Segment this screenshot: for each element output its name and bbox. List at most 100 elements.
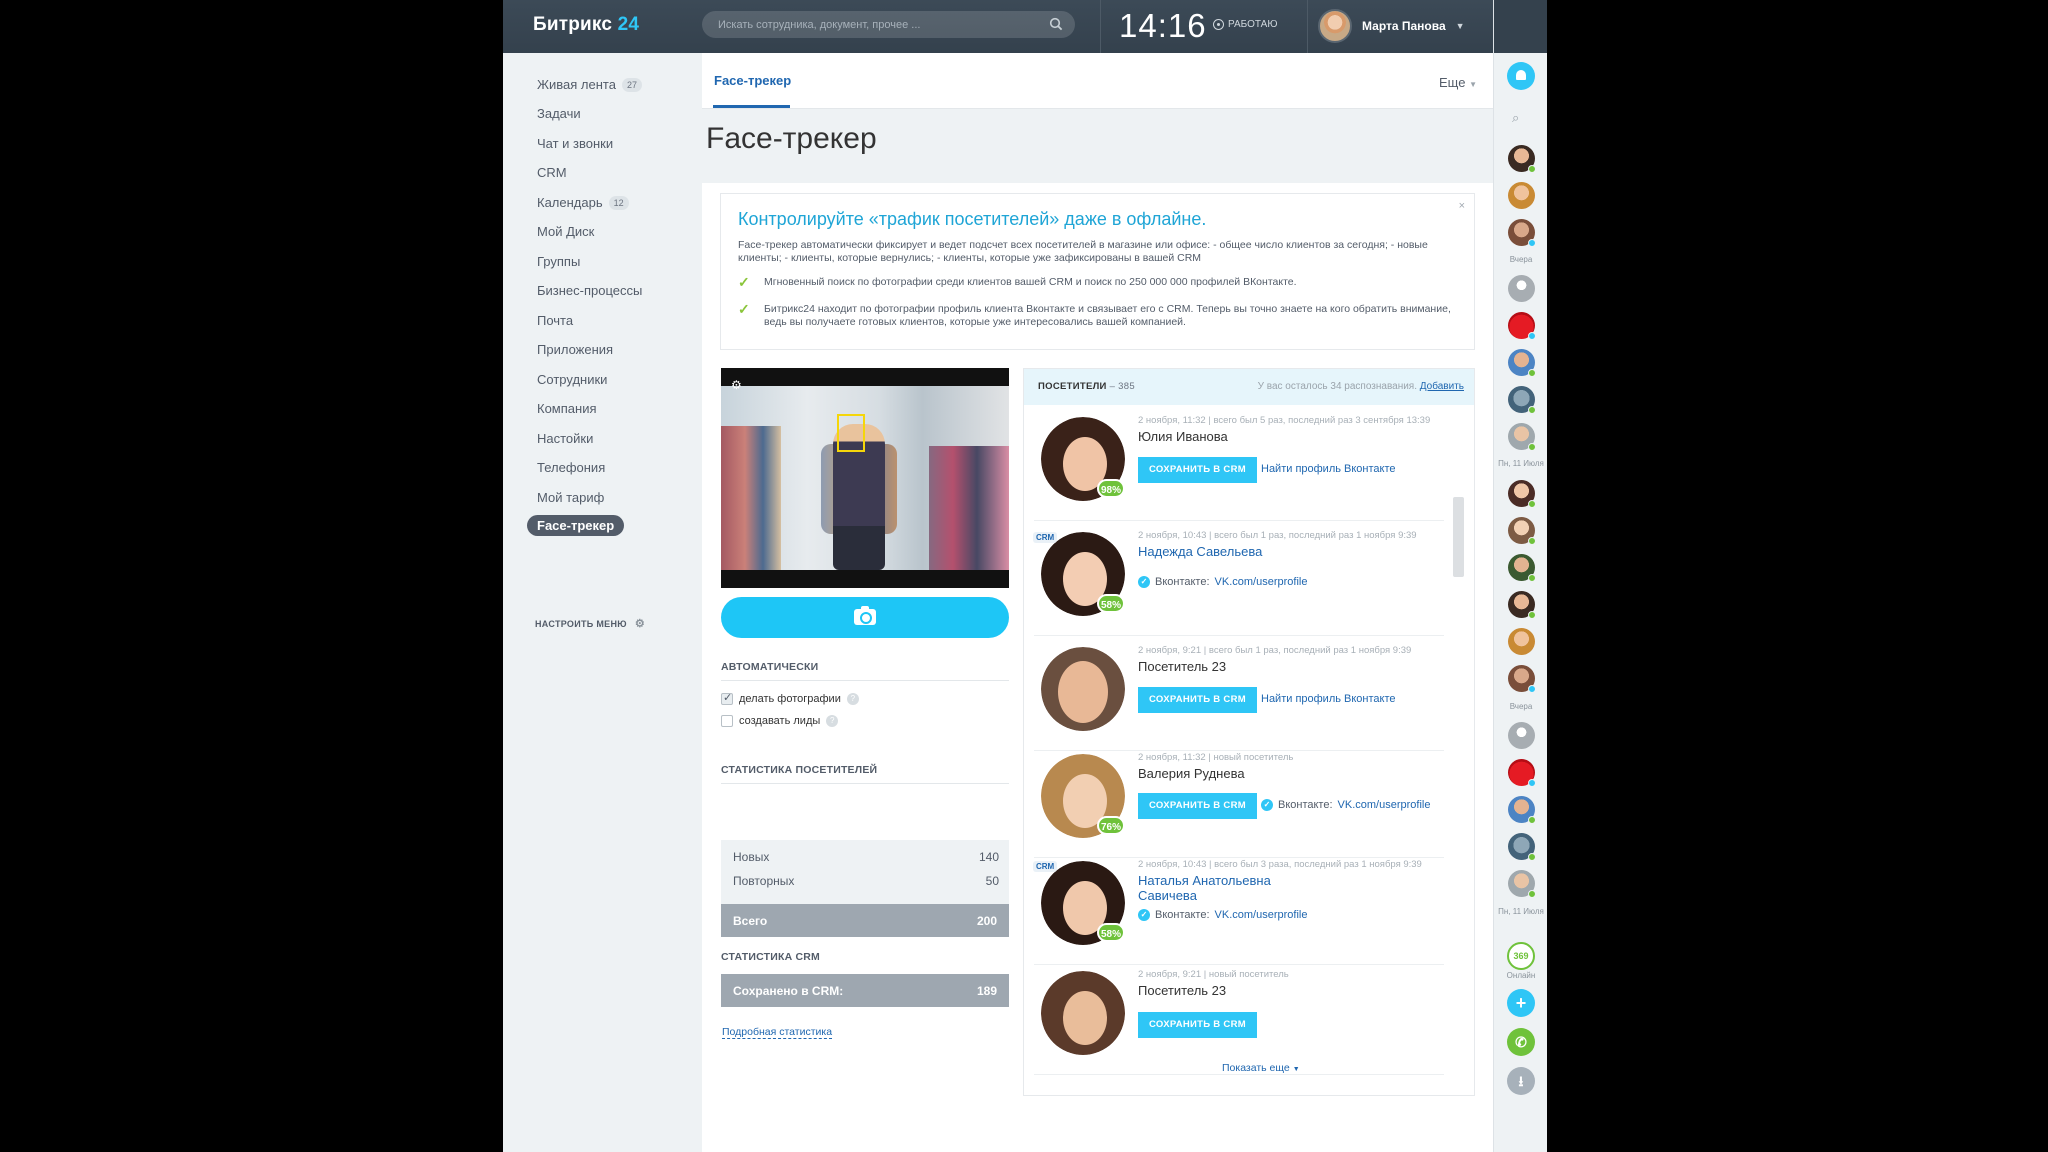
visitor-item: 98% 2 ноября, 11:32 | всего был 5 раз, п… [1024,409,1454,521]
contact-avatar[interactable] [1508,796,1536,824]
online-counter[interactable]: 369 [1507,942,1535,970]
tab-face-tracker[interactable]: Face-трекер [714,73,791,88]
menu-item-tariff[interactable]: Мой тариф [537,490,604,505]
contact-avatar[interactable] [1508,759,1536,787]
gear-icon[interactable]: ⚙ [731,378,742,392]
contact-avatar[interactable] [1508,665,1536,693]
contact-avatar[interactable] [1508,722,1535,749]
menu-item-settings[interactable]: Настойки [537,431,593,446]
contact-avatar[interactable] [1508,275,1535,302]
contact-avatar[interactable] [1508,145,1536,173]
checkbox-checked[interactable] [721,691,733,705]
take-photo-button[interactable] [721,597,1009,638]
phone-icon[interactable]: ✆ [1507,1028,1535,1056]
camera-feed-image [721,386,1009,570]
find-vk-profile-link[interactable]: Найти профиль Вконтакте [1261,693,1396,705]
notifications-bell-icon[interactable] [1507,62,1535,90]
crm-badge: CRM [1033,861,1058,872]
show-more-link[interactable]: Показать еще ▼ [1222,1062,1300,1074]
stat-repeat: Повторных 50 [733,874,999,888]
visitor-name-link[interactable]: Надежда Савельева [1138,544,1262,559]
add-icon[interactable]: + [1507,989,1535,1017]
vk-profile-link[interactable]: VK.com/userprofile [1215,576,1308,588]
tab-underline [713,105,790,108]
visitor-name: Посетитель 23 [1138,659,1227,674]
visitor-stats-title: СТАТИСТИКА ПОСЕТИТЕЛЕЙ [721,764,878,776]
download-icon[interactable]: ⭳ [1507,1067,1535,1095]
menu-item-tasks[interactable]: Задачи [537,106,581,121]
promo-title: Контролируйте «трафик посетителей» даже … [738,209,1207,229]
counter-badge: 27 [621,77,642,92]
search-input[interactable] [718,11,1038,38]
contact-avatar[interactable] [1508,517,1536,545]
save-to-crm-button[interactable]: СОХРАНИТЬ В CRM [1138,457,1257,483]
contact-avatar[interactable] [1508,312,1536,340]
contact-avatar[interactable] [1508,349,1536,377]
camera-icon [854,606,876,625]
camera-view[interactable]: ⚙ [721,368,1009,588]
find-vk-profile-link[interactable]: Найти профиль Вконтакте [1261,463,1396,475]
menu-item-crm[interactable]: CRM [537,165,567,180]
contact-avatar[interactable] [1508,554,1536,582]
contact-avatar[interactable] [1508,386,1536,414]
menu-item-company[interactable]: Компания [537,401,597,416]
option-create-leads[interactable]: создавать лиды? [721,715,839,727]
contact-avatar[interactable] [1508,219,1536,247]
help-icon[interactable]: ? [846,693,859,705]
menu-item-groups[interactable]: Группы [537,254,580,269]
check-circle-icon: ✓ [1138,909,1150,921]
configure-menu-button[interactable]: НАСТРОИТЬ МЕНЮ ⚙ [535,617,645,630]
gear-icon: ⚙ [634,618,646,630]
menu-item-bizproc[interactable]: Бизнес-процессы [537,283,642,298]
save-to-crm-button[interactable]: СОХРАНИТЬ В CRM [1138,1012,1257,1038]
work-time-widget[interactable]: 14:16 РАБОТАЮ [1100,0,1308,53]
contact-avatar[interactable] [1508,628,1535,655]
tab-bar: Face-трекер Еще ▼ [702,53,1493,109]
check-icon: ✓ [738,274,750,290]
match-percent-badge: 98% [1097,479,1125,498]
contact-avatar[interactable] [1508,480,1536,508]
visitor-name-link[interactable]: Наталья Анатольевна Савичева [1138,873,1271,903]
right-bar-header [1494,0,1547,53]
menu-item-disk[interactable]: Мой Диск [537,224,594,239]
save-to-crm-button[interactable]: СОХРАНИТЬ В CRM [1138,793,1257,819]
user-menu[interactable]: Марта Панова ▼ [1318,9,1465,43]
right-sidebar: ⌕ Вчера Пн, 11 Июля Вчера Пн, 11 Июля 36… [1493,0,1547,1152]
scrollbar[interactable] [1453,497,1464,577]
crm-badge: CRM [1033,532,1058,543]
logo[interactable]: Битрикс 24 [533,14,639,36]
option-take-photos[interactable]: делать фотографии? [721,691,859,705]
menu-item-mail[interactable]: Почта [537,313,573,328]
search-icon[interactable] [1049,17,1063,31]
contact-avatar[interactable] [1508,423,1536,451]
menu-item-apps[interactable]: Приложения [537,342,613,357]
menu-item-live-feed[interactable]: Живая лента 27 [537,77,642,92]
clock: 14:16 [1119,7,1207,44]
auto-section-title: АВТОМАТИЧЕСКИ [721,661,819,673]
contact-avatar[interactable] [1508,870,1536,898]
visitor-item: CRM 58% 2 ноября, 10:43 | всего был 3 ра… [1024,853,1454,965]
vk-profile-link[interactable]: VK.com/userprofile [1338,799,1431,811]
more-button[interactable]: Еще ▼ [1439,75,1477,90]
menu-item-telephony[interactable]: Телефония [537,460,605,475]
stat-new: Новых 140 [733,850,999,864]
menu-item-chat[interactable]: Чат и звонки [537,136,613,151]
contact-avatar[interactable] [1508,591,1536,619]
work-status[interactable]: РАБОТАЮ [1213,19,1277,30]
menu-item-employees[interactable]: Сотрудники [537,372,607,387]
add-recognitions-link[interactable]: Добавить [1420,381,1464,392]
contact-avatar[interactable] [1508,833,1536,861]
menu-item-face-tracker[interactable]: Face-трекер [527,515,625,536]
close-icon[interactable]: × [1459,200,1465,212]
visitor-item: 2 ноября, 9:21 | новый посетитель Посети… [1024,963,1454,1075]
help-icon[interactable]: ? [826,715,839,727]
search-icon[interactable]: ⌕ [1512,110,1519,126]
checkbox[interactable] [721,715,733,727]
vk-profile-link[interactable]: VK.com/userprofile [1215,909,1308,921]
contact-avatar[interactable] [1508,182,1535,209]
detailed-stats-link[interactable]: Подробная статистика [722,1026,833,1039]
save-to-crm-button[interactable]: СОХРАНИТЬ В CRM [1138,687,1257,713]
vk-profile-row: ✓ Вконтакте: VK.com/userprofile [1138,576,1307,588]
visitors-header: ПОСЕТИТЕЛИ – 385 У вас осталось 34 распо… [1024,369,1474,405]
menu-item-calendar[interactable]: Календарь 12 [537,195,629,210]
